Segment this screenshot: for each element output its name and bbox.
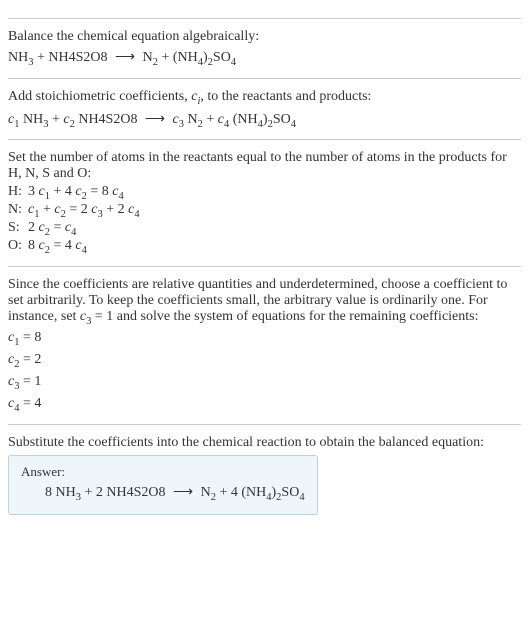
op: + 4 <box>50 184 75 199</box>
balance-row-h: H: 3 c1 + 4 c2 = 8 c4 <box>8 184 146 202</box>
eq: = <box>50 220 65 235</box>
val: = 4 <box>19 396 41 411</box>
sub: 4 <box>118 191 123 202</box>
arrow-icon: ⟶ <box>169 485 197 500</box>
ans-nh42so4-a: + 4 (NH <box>216 485 266 500</box>
sub: 4 <box>134 209 139 220</box>
balance-row-o: O: 8 c2 = 4 c4 <box>8 238 146 256</box>
subscript: 4 <box>299 491 304 502</box>
c3-var: c <box>169 112 179 127</box>
plus: + <box>48 112 63 127</box>
coeff-equation: c1 NH3 + c2 NH4S2O8 ⟶ c3 N2 + c4 (NH4)2S… <box>8 111 521 130</box>
op: + 2 <box>103 202 128 217</box>
add-coefficients-title: Add stoichiometric coefficients, ci, to … <box>8 89 521 107</box>
substitute-title: Substitute the coefficients into the che… <box>8 435 521 451</box>
val: = 8 <box>19 330 41 345</box>
balance-expr: 8 c2 = 4 c4 <box>28 238 146 256</box>
solve-text-b: = 1 and solve the system of equations fo… <box>91 309 478 324</box>
val: = 1 <box>19 374 41 389</box>
sub: 4 <box>82 245 87 256</box>
solve-text: Since the coefficients are relative quan… <box>8 277 521 327</box>
element-label: N: <box>8 202 28 220</box>
eq: = 2 <box>66 202 91 217</box>
balance-expr: 2 c2 = c4 <box>28 220 146 238</box>
sp-nh3: NH <box>19 112 43 127</box>
solution-c2: c2 = 2 <box>8 352 521 370</box>
sp-n2: N <box>184 112 198 127</box>
sub: 4 <box>71 227 76 238</box>
balance-row-s: S: 2 c2 = c4 <box>8 220 146 238</box>
coef: 2 <box>28 220 39 235</box>
solution-c4: c4 = 4 <box>8 396 521 414</box>
eq: = 4 <box>50 238 75 253</box>
ans-n2: N <box>197 485 211 500</box>
species-nh42so4-a: + (NH <box>158 50 198 65</box>
val: = 2 <box>19 352 41 367</box>
element-label: O: <box>8 238 28 256</box>
ans-nh4s2o8: + 2 NH4S2O8 <box>81 485 169 500</box>
balance-row-n: N: c1 + c2 = 2 c3 + 2 c4 <box>8 202 146 220</box>
balance-expr: 3 c1 + 4 c2 = 8 c4 <box>28 184 146 202</box>
answer-box: Answer: 8 NH3 + 2 NH4S2O8 ⟶ N2 + 4 (NH4)… <box>8 455 318 516</box>
title-part-a: Add stoichiometric coefficients, <box>8 89 191 104</box>
balanced-equation: 8 NH3 + 2 NH4S2O8 ⟶ N2 + 4 (NH4)2SO4 <box>21 484 305 503</box>
coef: 8 <box>28 238 39 253</box>
section-add-coefficients: Add stoichiometric coefficients, ci, to … <box>8 78 521 130</box>
title-part-b: , to the reactants and products: <box>200 89 371 104</box>
sp-nh4s2o8: NH4S2O8 <box>75 112 141 127</box>
sp-nh42so4-c: SO <box>273 112 291 127</box>
species-nh3: NH <box>8 50 28 65</box>
subscript: 4 <box>231 57 236 68</box>
element-label: H: <box>8 184 28 202</box>
section-solve: Since the coefficients are relative quan… <box>8 266 521 414</box>
atom-balance-title: Set the number of atoms in the reactants… <box>8 150 521 182</box>
coef: 3 <box>28 184 39 199</box>
ans-nh3: 8 NH <box>45 485 76 500</box>
ans-nh42so4-c: SO <box>281 485 299 500</box>
eq: = 8 <box>87 184 112 199</box>
subscript: 4 <box>291 118 296 129</box>
section-atom-balance: Set the number of atoms in the reactants… <box>8 139 521 255</box>
plus: + <box>203 112 218 127</box>
section-intro: Balance the chemical equation algebraica… <box>8 18 521 68</box>
unbalanced-equation: NH3 + NH4S2O8 ⟶ N2 + (NH4)2SO4 <box>8 49 521 68</box>
balance-expr: c1 + c2 = 2 c3 + 2 c4 <box>28 202 146 220</box>
solution-c1: c1 = 8 <box>8 330 521 348</box>
section-answer: Substitute the coefficients into the che… <box>8 424 521 516</box>
solution-c3: c3 = 1 <box>8 374 521 392</box>
arrow-icon: ⟶ <box>141 112 169 127</box>
sp-nh42so4-a: (NH <box>229 112 257 127</box>
op: + <box>39 202 54 217</box>
element-label: S: <box>8 220 28 238</box>
arrow-icon: ⟶ <box>111 50 139 65</box>
intro-title: Balance the chemical equation algebraica… <box>8 29 521 45</box>
species-nh4s2o8: + NH4S2O8 <box>33 50 111 65</box>
species-nh42so4-c: SO <box>213 50 231 65</box>
answer-label: Answer: <box>21 464 305 480</box>
atom-balance-table: H: 3 c1 + 4 c2 = 8 c4 N: c1 + c2 = 2 c3 … <box>8 184 146 255</box>
species-n2: N <box>139 50 153 65</box>
